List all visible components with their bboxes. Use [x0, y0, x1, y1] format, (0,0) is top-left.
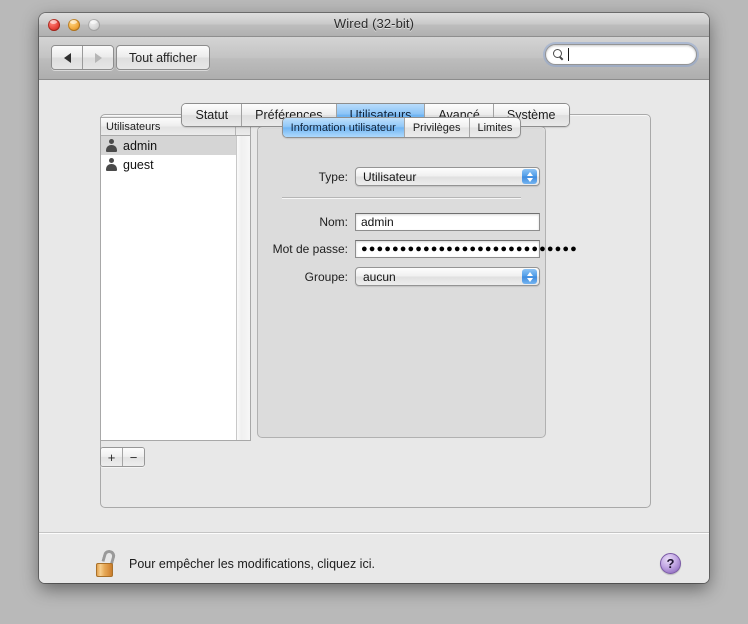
forward-arrow-icon — [94, 52, 102, 63]
name-field[interactable]: admin — [355, 213, 540, 231]
type-label: Type: — [318, 169, 348, 184]
search-field[interactable] — [545, 44, 697, 65]
chevron-updown-icon — [522, 169, 537, 184]
remove-user-button[interactable]: − — [122, 448, 144, 466]
password-label: Mot de passe: — [272, 242, 348, 256]
user-info-form: Type: Utilisateur Nom: admin Mot de pass… — [258, 167, 577, 295]
person-icon — [106, 158, 117, 171]
user-detail-tab-panel: Type: Utilisateur Nom: admin Mot de pass… — [257, 126, 577, 438]
window-title: Wired (32-bit) — [333, 16, 415, 31]
title-bar: Wired (32-bit) — [39, 13, 709, 37]
lock-message: Pour empêcher les modifications, cliquez… — [129, 557, 375, 571]
list-item-label: guest — [123, 157, 154, 172]
name-row: Nom: admin — [258, 213, 545, 231]
form-separator — [282, 197, 521, 198]
footer-divider — [39, 532, 709, 533]
user-list-scrollbar[interactable] — [236, 136, 250, 440]
user-detail-tab-view: Type: Utilisateur Nom: admin Mot de pass… — [257, 117, 577, 438]
add-user-button[interactable]: + — [101, 448, 122, 466]
search-icon — [553, 48, 565, 61]
password-value: ●●●●●●●●●●●●●●●●●●●●●●●●●●●● — [361, 242, 578, 255]
tab-information-utilisateur[interactable]: Information utilisateur — [282, 118, 404, 137]
back-arrow-icon — [63, 52, 71, 63]
toolbar: Tout afficher — [39, 37, 709, 80]
type-value: Utilisateur — [363, 169, 417, 184]
list-item-label: admin — [123, 138, 158, 153]
window-content: Statut Préférences Utilisateurs Avancé S… — [39, 80, 709, 583]
navigation-button-group — [51, 45, 114, 70]
text-caret — [568, 48, 569, 61]
type-row: Type: Utilisateur — [258, 167, 545, 186]
password-row: Mot de passe: ●●●●●●●●●●●●●●●●●●●●●●●●●●… — [258, 240, 577, 258]
group-label: Groupe: — [304, 269, 348, 284]
list-item[interactable]: guest — [101, 155, 236, 174]
list-item[interactable]: admin — [101, 136, 236, 155]
padlock-open-icon[interactable] — [96, 548, 120, 578]
password-field[interactable]: ●●●●●●●●●●●●●●●●●●●●●●●●●●●● — [355, 240, 577, 258]
group-row: Groupe: aucun — [258, 267, 545, 286]
group-popup-button[interactable]: aucun — [355, 267, 540, 286]
person-icon — [106, 139, 117, 152]
help-button[interactable]: ? — [660, 553, 681, 574]
chevron-updown-icon — [522, 269, 537, 284]
show-all-button[interactable]: Tout afficher — [116, 45, 210, 70]
preferences-window: Wired (32-bit) Tout afficher Statut Préf… — [39, 13, 709, 583]
user-detail-tab-strip: Information utilisateur Privilèges Limit… — [281, 117, 522, 138]
tab-statut[interactable]: Statut — [182, 104, 242, 126]
lock-control[interactable]: Pour empêcher les modifications, cliquez… — [96, 548, 375, 578]
user-list[interactable]: Utilisateurs admin guest — [100, 117, 251, 441]
back-button[interactable] — [52, 46, 82, 69]
type-popup-button[interactable]: Utilisateur — [355, 167, 540, 186]
name-label: Nom: — [319, 215, 348, 229]
tab-privileges[interactable]: Privilèges — [403, 118, 469, 137]
tab-limites[interactable]: Limites — [468, 118, 521, 137]
user-list-body: admin guest — [101, 136, 236, 440]
user-detail-tab-bar: Information utilisateur Privilèges Limit… — [257, 117, 546, 138]
forward-button — [82, 46, 113, 69]
user-list-controls: + − — [100, 447, 145, 467]
group-value: aucun — [363, 269, 396, 284]
